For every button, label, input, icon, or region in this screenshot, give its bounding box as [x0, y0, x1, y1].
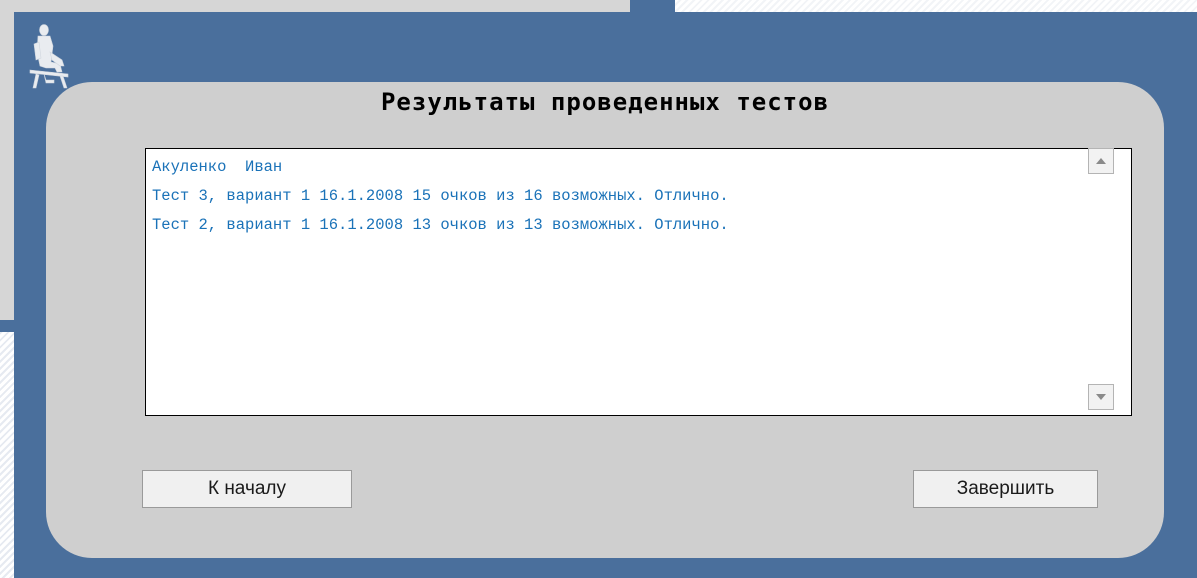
background-frame-edge [0, 320, 14, 332]
background-frame-corner [630, 0, 675, 14]
scroll-down-button[interactable] [1088, 384, 1114, 410]
result-line: Тест 3, вариант 1 16.1.2008 15 очков из … [152, 187, 729, 205]
background-panel [0, 0, 630, 12]
dialog-title: Результаты проведенных тестов [380, 88, 830, 116]
result-line: Тест 2, вариант 1 16.1.2008 13 очков из … [152, 216, 729, 234]
results-list: Акуленко Иван Тест 3, вариант 1 16.1.2008… [152, 153, 729, 240]
app-window: Результаты проведенных тестов Акуленко И… [0, 0, 1197, 578]
finish-button[interactable]: Завершить [913, 470, 1098, 508]
arrow-down-icon [1096, 394, 1106, 400]
background-panel-edge [0, 12, 14, 320]
background-pattern [0, 332, 14, 578]
results-textarea[interactable]: Акуленко Иван Тест 3, вариант 1 16.1.2008… [145, 148, 1132, 416]
arrow-up-icon [1096, 158, 1106, 164]
scroll-up-button[interactable] [1088, 148, 1114, 174]
back-to-start-button[interactable]: К началу [142, 470, 352, 508]
student-name: Акуленко Иван [152, 158, 283, 176]
seated-figure-icon [24, 22, 74, 94]
